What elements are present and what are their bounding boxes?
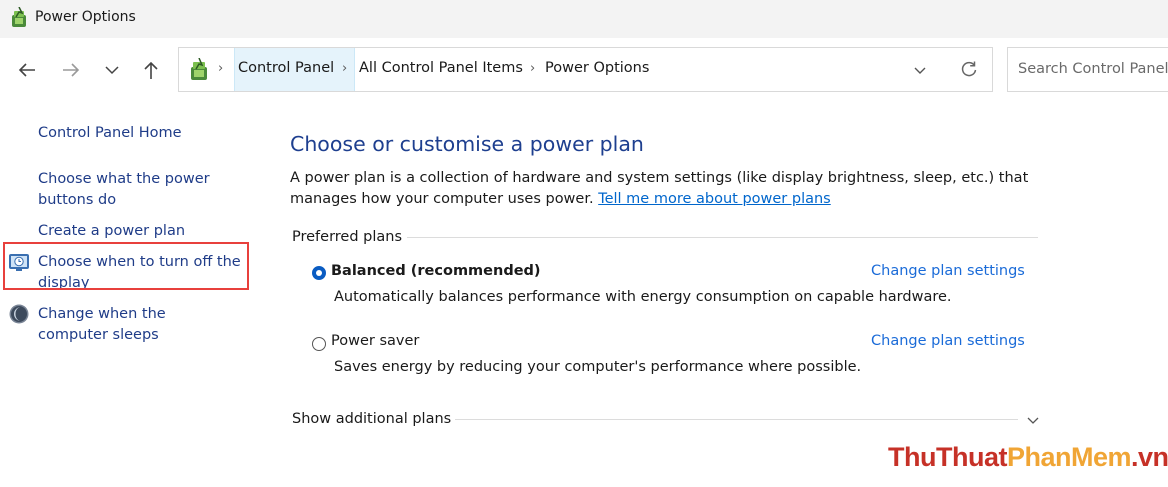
watermark-part-phanmem: PhanMem (1006, 442, 1132, 472)
change-plan-settings-balanced[interactable]: Change plan settings (871, 263, 1025, 279)
navigation-bar: › Control Panel › All Control Panel Item… (0, 38, 1168, 102)
address-dropdown-icon[interactable] (912, 62, 928, 82)
refresh-icon[interactable] (959, 59, 979, 83)
sidebar-control-panel-home[interactable]: Control Panel Home (38, 123, 243, 144)
arrow-right-icon[interactable] (59, 56, 83, 84)
address-bar[interactable]: › Control Panel › All Control Panel Item… (178, 47, 993, 92)
plan-description-power-saver: Saves energy by reducing your computer's… (334, 359, 862, 375)
sidebar-item-create-plan[interactable]: Create a power plan (38, 221, 243, 242)
breadcrumb-separator: › (530, 61, 536, 76)
plan-name-power-saver[interactable]: Power saver (331, 333, 419, 349)
sidebar-item-computer-sleeps[interactable]: Change when the computer sleeps (38, 304, 238, 346)
title-bar: Power Options (0, 0, 1168, 38)
watermark-part-vn: .vn (1131, 442, 1168, 472)
breadcrumb-power-options[interactable]: Power Options (545, 60, 649, 76)
breadcrumb-all-items[interactable]: All Control Panel Items (359, 60, 523, 76)
plan-name-balanced[interactable]: Balanced (recommended) (331, 263, 541, 279)
breadcrumb-separator: › (342, 61, 348, 76)
watermark-part-thu: Thu (888, 442, 936, 472)
breadcrumb-separator: › (218, 61, 224, 76)
search-placeholder: Search Control Panel (1018, 61, 1168, 77)
page-title: Choose or customise a power plan (290, 132, 644, 156)
highlight-annotation (3, 242, 249, 290)
arrow-left-icon[interactable] (15, 56, 39, 84)
chevron-down-icon[interactable] (100, 56, 124, 84)
change-plan-settings-power-saver[interactable]: Change plan settings (871, 333, 1025, 349)
control-panel-icon (188, 57, 210, 82)
watermark-logo: ThuThuatPhanMem.vn (888, 442, 1168, 473)
show-additional-plans[interactable]: Show additional plans (292, 411, 451, 427)
preferred-plans-label: Preferred plans (292, 229, 403, 245)
learn-more-link[interactable]: Tell me more about power plans (598, 191, 831, 207)
additional-plans-divider (455, 419, 1018, 420)
moon-icon (8, 303, 30, 325)
search-input[interactable]: Search Control Panel (1007, 47, 1168, 92)
window-title: Power Options (35, 9, 136, 25)
expand-chevron-icon[interactable] (1026, 412, 1040, 431)
plan-description-balanced: Automatically balances performance with … (334, 289, 952, 305)
preferred-plans-divider (407, 237, 1038, 238)
sidebar-item-power-buttons[interactable]: Choose what the power buttons do (38, 169, 223, 211)
page-description: A power plan is a collection of hardware… (290, 168, 1030, 210)
power-saver-radio[interactable] (312, 337, 326, 351)
power-options-app-icon (9, 6, 29, 29)
watermark-part-thuat: Thuat (935, 442, 1008, 472)
breadcrumb-control-panel[interactable]: Control Panel (234, 48, 355, 91)
arrow-up-icon[interactable] (139, 56, 163, 84)
balanced-radio[interactable] (312, 266, 326, 280)
breadcrumb-label: Control Panel (238, 60, 335, 76)
